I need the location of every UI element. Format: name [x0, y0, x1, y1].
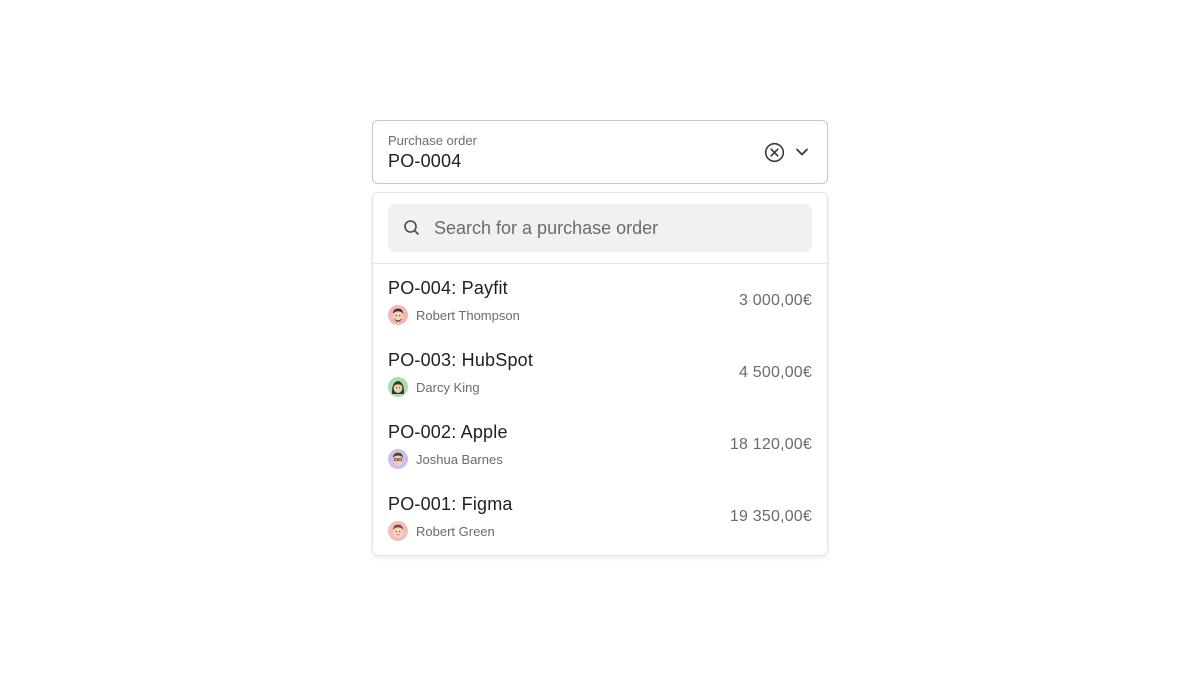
avatar [388, 449, 408, 469]
owner-name: Robert Green [416, 523, 495, 539]
order-amount: 4 500,00€ [739, 364, 812, 381]
order-item-po-001[interactable]: PO-001: Figma Robert Green 19 350,00€ [373, 480, 827, 552]
order-title: PO-003: HubSpot [388, 350, 534, 370]
avatar [388, 377, 408, 397]
owner-name: Robert Thompson [416, 307, 520, 323]
avatar [388, 521, 408, 541]
order-owner: Robert Thompson [388, 305, 520, 325]
order-owner: Robert Green [388, 521, 495, 541]
order-owner: Darcy King [388, 377, 480, 397]
order-item-po-004[interactable]: PO-004: Payfit Robert Thompson 3 000,00€ [373, 264, 827, 336]
chevron-down-icon[interactable] [791, 141, 813, 163]
owner-name: Joshua Barnes [416, 451, 503, 467]
avatar [388, 305, 408, 325]
order-title: PO-004: Payfit [388, 278, 508, 298]
purchase-order-select[interactable]: Purchase order PO-0004 [372, 120, 828, 184]
order-title: PO-002: Apple [388, 422, 508, 442]
order-item-po-003[interactable]: PO-003: HubSpot Darcy King 4 500,00€ [373, 336, 827, 408]
search-box[interactable] [388, 204, 812, 252]
order-amount: 3 000,00€ [739, 292, 812, 309]
order-amount: 19 350,00€ [729, 508, 812, 525]
clear-icon[interactable] [763, 141, 785, 163]
dropdown-menu: PO-004: Payfit Robert Thompson 3 000,00€… [372, 192, 828, 556]
search-icon [402, 218, 422, 238]
order-item-po-002[interactable]: PO-002: Apple Joshua Barnes 18 120,00€ [373, 408, 827, 480]
owner-name: Darcy King [416, 379, 480, 395]
order-list: PO-004: Payfit Robert Thompson 3 000,00€… [373, 264, 827, 552]
search-input[interactable] [434, 204, 804, 252]
field-value: PO-0004 [388, 151, 462, 171]
order-owner: Joshua Barnes [388, 449, 503, 469]
order-amount: 18 120,00€ [729, 436, 812, 453]
field-label: Purchase order [388, 133, 477, 148]
order-title: PO-001: Figma [388, 494, 513, 514]
